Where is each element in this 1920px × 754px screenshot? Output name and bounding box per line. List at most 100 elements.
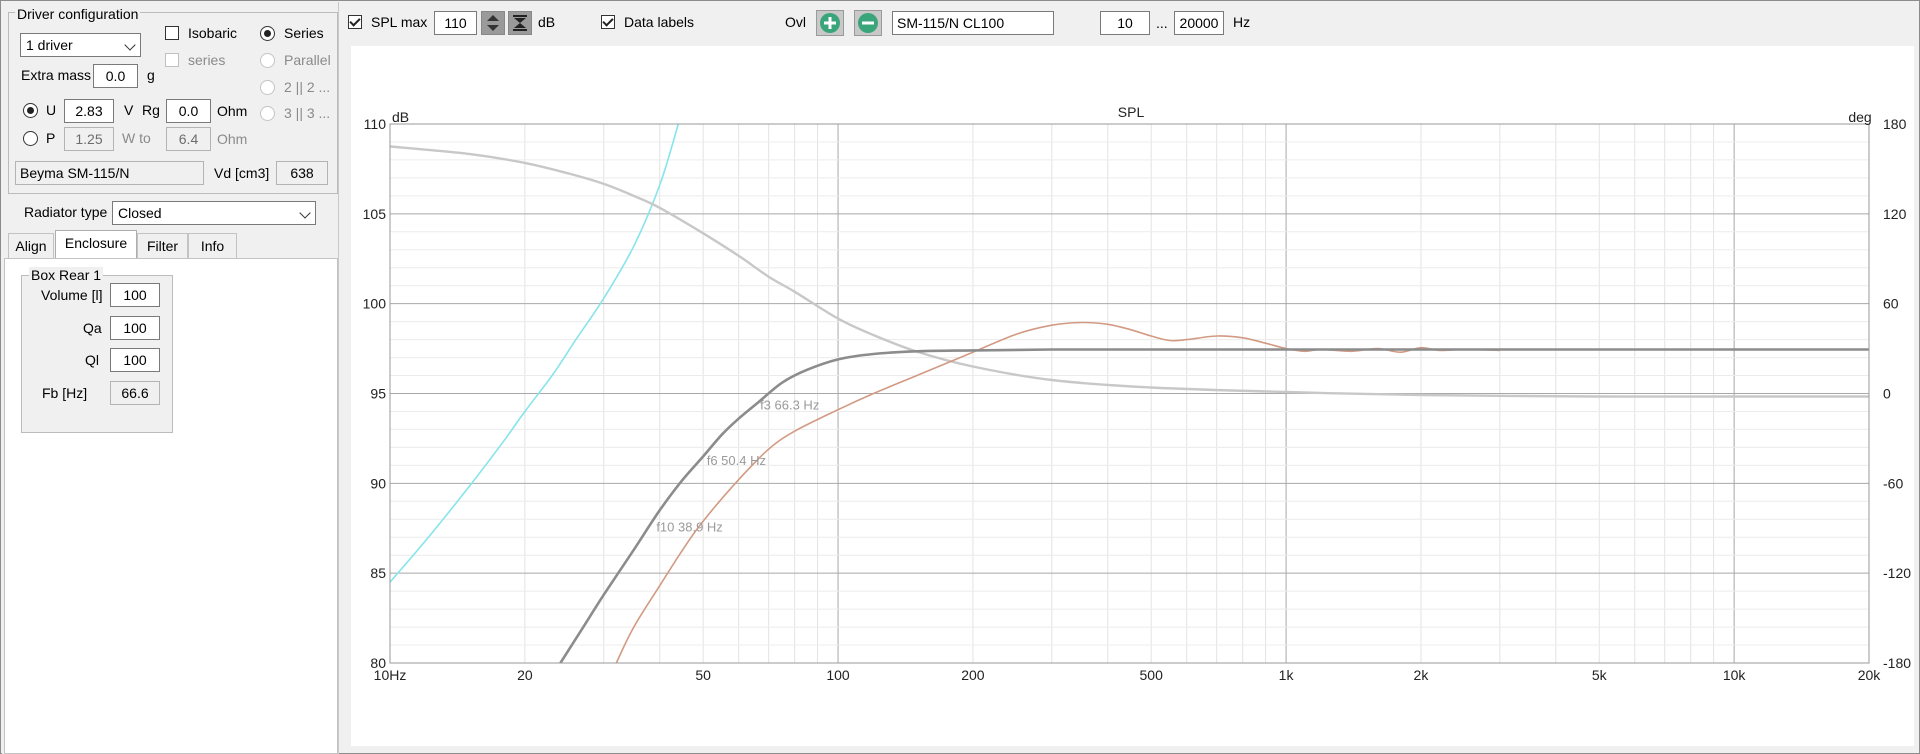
overlay-name-input[interactable]: SM-115/N CL100 <box>892 11 1054 35</box>
tab-filter[interactable]: Filter <box>137 233 188 258</box>
x-tick-label: 5k <box>1592 667 1608 683</box>
voltage-radio[interactable] <box>23 103 38 118</box>
series-sub-checkbox[interactable] <box>165 53 179 67</box>
box-rear-title: Box Rear 1 <box>29 267 104 283</box>
voltage-unit: V <box>124 102 134 118</box>
chevron-down-icon <box>124 39 136 51</box>
chevron-down-icon <box>299 207 311 219</box>
spl-db-unit: dB <box>538 14 556 30</box>
y-tick-label: 85 <box>370 565 386 581</box>
overlay-label: Ovl <box>785 14 806 30</box>
y-tick-label: 100 <box>363 296 387 312</box>
power-radio[interactable] <box>23 131 38 146</box>
isobaric-label: Isobaric <box>188 25 238 41</box>
x-tick-label: 1k <box>1279 667 1295 683</box>
tab-align[interactable]: Align <box>8 233 54 258</box>
minus-icon <box>858 13 878 33</box>
x-tick-label: 20k <box>1858 667 1882 683</box>
enclosure-tab-page: Box Rear 1 Volume [l] 100 Qa 100 Ql 100 … <box>4 258 338 754</box>
x-tick-label: 200 <box>961 667 985 683</box>
qa-input[interactable]: 100 <box>110 316 160 340</box>
remove-overlay-button[interactable] <box>854 10 882 36</box>
power-label: P <box>46 130 56 146</box>
up-down-arrows-icon <box>487 15 499 31</box>
data-labels-checkbox[interactable] <box>601 15 615 29</box>
parallel-label: Parallel <box>284 52 331 68</box>
config-3x3-radio[interactable] <box>260 106 275 121</box>
ql-label: Ql <box>85 352 99 368</box>
power-ohm-unit: Ohm <box>217 131 248 147</box>
spl-chart: f3 66.3 Hzf6 50.4 Hzf10 38.9 Hz 10Hz 20 50… <box>363 104 1912 683</box>
fb-label: Fb [Hz] <box>42 385 88 401</box>
y-tick-label: 110 <box>364 116 387 132</box>
x-tick-label: 20 <box>517 667 533 683</box>
config-2x2-radio[interactable] <box>260 80 275 95</box>
freq-min-input[interactable]: 10 <box>1100 11 1150 35</box>
left-panel: Driver configuration 1 driver Isobaric s… <box>2 2 339 754</box>
isobaric-checkbox[interactable] <box>165 26 179 40</box>
chart-axes: 10Hz 20 50 100 200 500 1k 2k 5k 10k 20k80859095100… <box>363 116 1912 683</box>
fb-value-field: 66.6 <box>110 381 160 405</box>
config-3x3-label: 3 || 3 ... <box>284 105 331 121</box>
y2-tick-label: -120 <box>1883 565 1911 581</box>
y-tick-label: 90 <box>370 475 386 491</box>
y2-tick-label: 180 <box>1883 116 1907 132</box>
fit-range-icon <box>513 15 527 31</box>
rg-input[interactable]: 0.0 <box>166 99 211 123</box>
chart-ylabel: dB <box>392 109 409 125</box>
radiator-type-select[interactable]: Closed <box>112 201 316 225</box>
overlay-curve <box>615 321 1500 664</box>
y-tick-label: 95 <box>370 386 386 402</box>
spl-max-input[interactable]: 110 <box>434 11 477 35</box>
tab-enclosure[interactable]: Enclosure <box>55 230 137 258</box>
add-overlay-button[interactable] <box>816 10 844 36</box>
series-label: Series <box>284 25 324 41</box>
extra-mass-unit: g <box>147 67 155 83</box>
drivers-count-value: 1 driver <box>26 37 73 53</box>
driver-name-field[interactable]: Beyma SM-115/N <box>15 161 204 185</box>
x-tick-label: 10k <box>1723 667 1747 683</box>
spl-autoscale-button[interactable] <box>508 11 532 35</box>
data-label: f10 38.9 Hz <box>656 519 723 534</box>
volume-label: Volume [l] <box>41 287 103 303</box>
parallel-radio[interactable] <box>260 53 275 68</box>
rg-unit: Ohm <box>217 103 248 119</box>
series-sub-label: series <box>188 52 226 68</box>
ql-input[interactable]: 100 <box>110 348 160 372</box>
x-tick-label: 500 <box>1140 667 1164 683</box>
power-ohm-input[interactable]: 6.4 <box>166 127 211 151</box>
freq-max-input[interactable]: 20000 <box>1174 11 1224 35</box>
qa-label: Qa <box>83 320 102 336</box>
y2-tick-label: -60 <box>1883 475 1903 491</box>
chart-y2label: deg <box>1848 109 1871 125</box>
power-w-to-label: W to <box>122 130 151 146</box>
x-tick-label: 2k <box>1414 667 1430 683</box>
excursion-curve <box>389 123 680 583</box>
data-labels-label: Data labels <box>624 14 695 30</box>
series-radio[interactable] <box>260 26 275 41</box>
extra-mass-input[interactable]: 0.0 <box>93 64 138 88</box>
data-label: f3 66.3 Hz <box>760 397 819 412</box>
x-tick-label: 50 <box>695 667 711 683</box>
y-tick-label: 105 <box>363 206 387 222</box>
spl-chart-area[interactable]: f3 66.3 Hz f6 50.4 Hz f10 38.9 Hz 10Hz 20 50… <box>351 46 1914 746</box>
tab-info[interactable]: Info <box>188 233 237 258</box>
x-tick-label: 100 <box>826 667 850 683</box>
vd-value-field: 638 <box>276 161 328 185</box>
y2-tick-label: 0 <box>1883 386 1891 402</box>
plus-icon <box>820 13 840 33</box>
driver-configuration-title: Driver configuration <box>15 6 141 22</box>
spl-max-checkbox[interactable] <box>348 15 362 29</box>
rg-label: Rg <box>142 102 160 118</box>
power-input[interactable]: 1.25 <box>64 127 114 151</box>
config-2x2-label: 2 || 2 ... <box>284 79 331 95</box>
drivers-count-select[interactable]: 1 driver <box>20 33 141 57</box>
y2-tick-label: -180 <box>1883 655 1911 671</box>
radiator-type-value: Closed <box>118 205 162 221</box>
spl-max-label: SPL max <box>371 14 428 30</box>
voltage-input[interactable]: 2.83 <box>64 99 114 123</box>
spl-spin-button[interactable] <box>481 11 505 35</box>
y2-tick-label: 120 <box>1883 206 1907 222</box>
data-label: f6 50.4 Hz <box>707 453 766 468</box>
volume-input[interactable]: 100 <box>110 283 160 307</box>
